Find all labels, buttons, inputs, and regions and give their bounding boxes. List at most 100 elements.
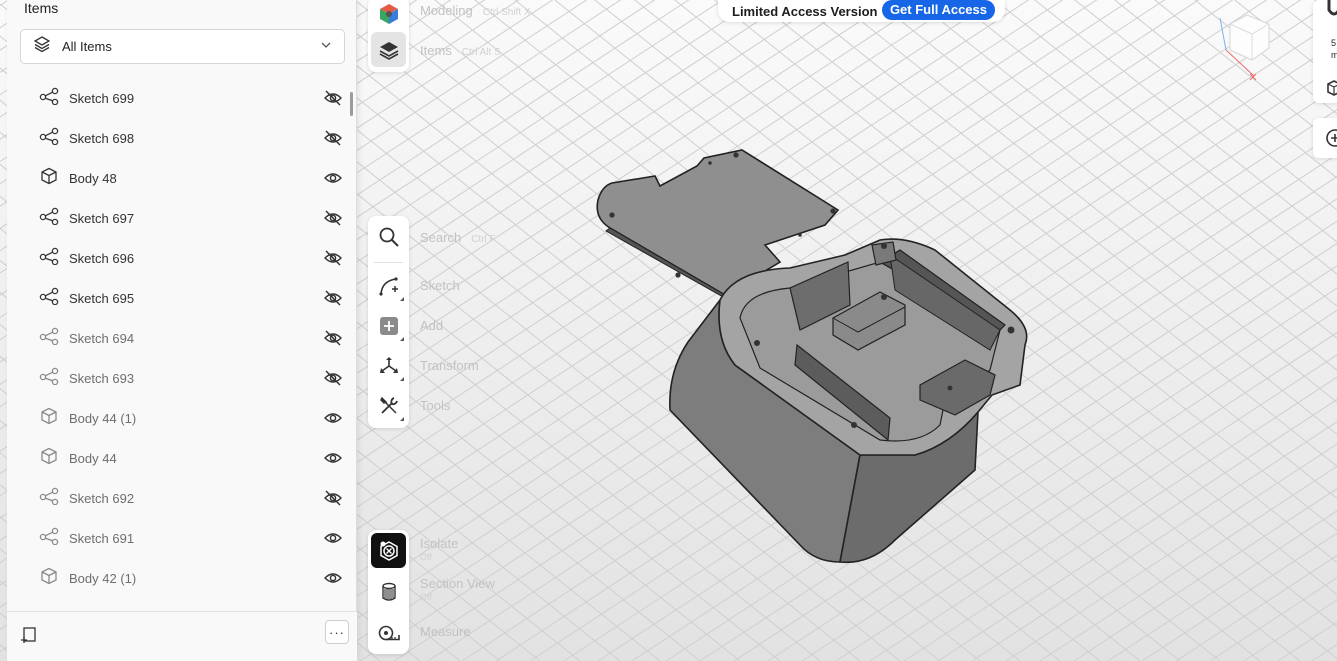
sketch-node-icon xyxy=(39,247,59,270)
tools-label: Tools xyxy=(420,398,451,413)
zoom-plus-icon xyxy=(1326,129,1337,147)
eye-off-icon[interactable] xyxy=(323,89,343,107)
eye-icon[interactable] xyxy=(323,449,343,467)
item-list[interactable]: Sketch 699 Sketch 698 Body 48 Sketch 697 Ske… xyxy=(7,78,357,610)
snap-value: 5 xyxy=(1331,38,1337,48)
toolbar-bottom xyxy=(368,530,409,654)
list-item[interactable]: Body 44 (1) xyxy=(7,398,357,438)
sketch-node-icon xyxy=(39,127,59,150)
get-full-access-button[interactable]: Get Full Access xyxy=(881,0,995,20)
body-cube-icon xyxy=(39,567,59,590)
eye-off-icon[interactable] xyxy=(323,369,343,387)
transform-label: Transform xyxy=(420,358,479,373)
list-item[interactable]: Sketch 692 xyxy=(7,478,357,518)
list-item[interactable]: Sketch 694 xyxy=(7,318,357,358)
zoom-in-button[interactable] xyxy=(1313,118,1337,158)
panel-footer: ··· xyxy=(7,611,357,661)
item-label: Body 48 xyxy=(69,170,117,186)
eye-off-icon[interactable] xyxy=(323,249,343,267)
sketch-arc-icon xyxy=(378,276,398,296)
body-cube-icon xyxy=(39,447,59,470)
toolbar-top xyxy=(368,0,409,72)
sketch-node-icon xyxy=(39,87,59,110)
body-cube-icon xyxy=(39,407,59,430)
view-cube[interactable] xyxy=(1212,10,1282,82)
limited-access-banner: Limited Access Version Get Full Access xyxy=(718,0,1005,22)
item-label: Sketch 698 xyxy=(69,130,135,146)
filter-selected-label: All Items xyxy=(62,39,112,54)
list-item[interactable]: Sketch 691 xyxy=(7,518,357,558)
eye-icon[interactable] xyxy=(323,529,343,547)
sketch-node-icon xyxy=(39,207,59,230)
wrench-screwdriver-icon xyxy=(379,396,398,414)
item-label: Body 44 xyxy=(69,450,117,466)
eye-off-icon[interactable] xyxy=(323,209,343,227)
section-view-button[interactable] xyxy=(371,574,406,609)
item-label: Sketch 695 xyxy=(69,290,135,306)
items-filter-dropdown[interactable]: All Items xyxy=(20,29,345,64)
list-item[interactable]: Sketch 695 xyxy=(7,278,357,318)
eye-icon[interactable] xyxy=(323,409,343,427)
list-item[interactable]: Body 44 xyxy=(7,438,357,478)
body-cube-icon xyxy=(39,167,59,190)
isolate-label: Isolate xyxy=(420,536,459,551)
chevron-down-icon xyxy=(320,38,332,56)
banner-text: Limited Access Version xyxy=(732,3,878,19)
modeling-label: Modeling Ctrl Shift X xyxy=(420,3,531,18)
more-options-button[interactable]: ··· xyxy=(325,620,349,644)
modeling-button[interactable] xyxy=(371,0,406,31)
measure-button[interactable] xyxy=(371,614,406,649)
eye-off-icon[interactable] xyxy=(323,329,343,347)
search-label: Search Ctrl F xyxy=(420,230,496,245)
items-panel: Items All Items Sketch 699 Sketch 698 Body… xyxy=(7,0,357,661)
list-item[interactable]: Sketch 697 xyxy=(7,198,357,238)
list-item[interactable]: Sketch 693 xyxy=(7,358,357,398)
item-label: Body 44 (1) xyxy=(69,410,137,426)
box-icon[interactable] xyxy=(1327,80,1337,96)
eye-off-icon[interactable] xyxy=(323,489,343,507)
snap-unit: m xyxy=(1331,50,1337,60)
add-button[interactable] xyxy=(371,308,406,343)
item-label: Sketch 691 xyxy=(69,530,135,546)
list-scrollbar[interactable] xyxy=(350,92,353,116)
sketch-node-icon xyxy=(39,327,59,350)
new-item-button[interactable] xyxy=(17,623,41,647)
sketch-node-icon xyxy=(39,367,59,390)
item-label: Body 42 (1) xyxy=(69,570,137,586)
item-label: Sketch 694 xyxy=(69,330,135,346)
search-button[interactable] xyxy=(371,219,406,254)
isolate-button[interactable] xyxy=(371,533,406,568)
tape-measure-icon xyxy=(378,625,400,640)
measure-label: Measure xyxy=(420,624,471,639)
layers-icon xyxy=(379,41,398,60)
plus-square-icon xyxy=(379,316,398,335)
list-item[interactable]: Sketch 696 xyxy=(7,238,357,278)
right-side-panel: 5 m xyxy=(1313,0,1337,103)
eye-off-icon[interactable] xyxy=(323,289,343,307)
isolate-icon xyxy=(379,540,398,561)
transform-button[interactable] xyxy=(371,348,406,383)
layers-icon xyxy=(33,35,51,58)
toolbar-middle xyxy=(368,216,409,428)
eye-icon[interactable] xyxy=(323,169,343,187)
sketch-node-icon xyxy=(39,527,59,550)
item-label: Sketch 693 xyxy=(69,370,135,386)
sketch-button[interactable] xyxy=(371,268,406,303)
search-icon xyxy=(379,227,399,247)
items-label: Items Ctrl Alt S xyxy=(420,43,501,58)
magnet-icon[interactable] xyxy=(1327,0,1337,18)
list-item[interactable]: Sketch 699 xyxy=(7,78,357,118)
sketch-node-icon xyxy=(39,487,59,510)
section-view-state: Off xyxy=(420,592,432,602)
eye-off-icon[interactable] xyxy=(323,129,343,147)
list-item[interactable]: Body 48 xyxy=(7,158,357,198)
new-page-icon xyxy=(21,627,36,643)
items-button[interactable] xyxy=(371,32,406,67)
modeling-cube-icon xyxy=(379,3,398,24)
tools-button[interactable] xyxy=(371,388,406,423)
list-item[interactable]: Body 42 (1) xyxy=(7,558,357,598)
list-item[interactable]: Sketch 698 xyxy=(7,118,357,158)
eye-icon[interactable] xyxy=(323,569,343,587)
isolate-state: Off xyxy=(420,552,432,562)
section-view-label: Section View xyxy=(420,576,495,591)
